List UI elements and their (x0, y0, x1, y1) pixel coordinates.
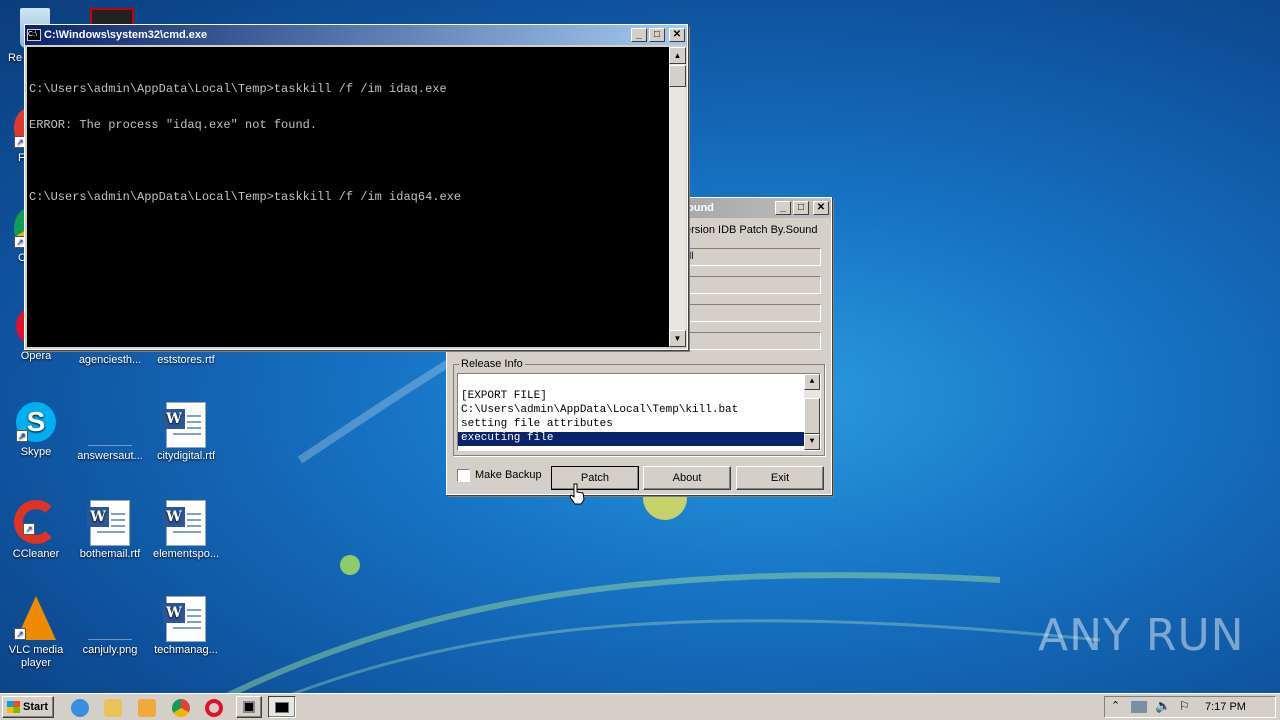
minimize-button[interactable]: _ (631, 28, 647, 42)
log-scrollbar[interactable]: ▲ ▼ (804, 374, 820, 450)
desktop-icon-citydigital[interactable]: W citydigital.rtf (148, 402, 224, 463)
taskbar: Start ⌃ 🔈 ⚐ 7:17 PM (0, 693, 1280, 720)
close-button[interactable]: ✕ (813, 201, 829, 215)
desktop-icon-answersaut[interactable]: answersaut... (72, 402, 148, 463)
cmd-window[interactable]: C:\ C:\Windows\system32\cmd.exe _ □ ✕ C:… (24, 24, 688, 350)
system-tray: ⌃ 🔈 ⚐ 7:17 PM (1104, 696, 1276, 718)
clock[interactable]: 7:17 PM (1205, 701, 1246, 713)
desktop-icon-elementspo[interactable]: W elementspo... (148, 500, 224, 561)
cmd-app-icon: C:\ (27, 29, 41, 41)
release-info-label: Release Info (459, 358, 525, 370)
anyrun-watermark: ANY RUN (1038, 610, 1245, 661)
scroll-down-arrow-icon[interactable]: ▼ (669, 330, 686, 347)
vlc-cone-icon: ↗ (14, 596, 56, 640)
minimize-button[interactable]: _ (775, 201, 791, 215)
volume-icon[interactable]: 🔈 (1155, 698, 1171, 714)
chrome-icon[interactable] (172, 699, 190, 717)
desktop-icon-skype[interactable]: S ↗ Skype (0, 402, 74, 459)
start-button[interactable]: Start (2, 696, 54, 718)
ccleaner-icon: ↗ (14, 500, 58, 544)
blank-file-icon (88, 596, 132, 640)
release-log-list[interactable]: [EXPORT FILE] C:\Users\admin\AppData\Loc… (457, 373, 821, 451)
patcher-field-1: ll (685, 248, 821, 266)
shortcut-arrow-icon: ↗ (16, 430, 28, 442)
make-backup-label[interactable]: Make Backup (475, 469, 542, 481)
word-doc-icon: W (163, 596, 206, 642)
make-backup-checkbox[interactable] (457, 469, 470, 482)
scroll-thumb[interactable] (669, 65, 686, 87)
close-button[interactable]: ✕ (669, 28, 685, 42)
desktop-icon-bothemail[interactable]: W bothemail.rtf (72, 500, 148, 561)
log-line: C:\Users\admin\AppData\Local\Temp\kill.b… (461, 404, 739, 416)
taskbar-patcher-button[interactable] (236, 696, 262, 718)
word-doc-icon: W (87, 500, 130, 546)
hand-cursor-icon (569, 483, 585, 505)
console-line: C:\Users\admin\AppData\Local\Temp>taskki… (29, 190, 462, 204)
patcher-title: ound (687, 202, 714, 214)
maximize-button[interactable]: □ (649, 28, 665, 42)
log-line: [EXPORT FILE] (461, 390, 547, 402)
windows-logo-icon (7, 701, 20, 713)
scroll-up-arrow-icon[interactable]: ▲ (804, 374, 820, 390)
about-button[interactable]: About (643, 466, 731, 490)
cmd-app-icon (275, 702, 289, 713)
console-output[interactable]: C:\Users\admin\AppData\Local\Temp>taskki… (27, 47, 669, 347)
patcher-field-2 (685, 276, 821, 294)
patcher-field-3 (685, 304, 821, 322)
cmd-title: C:\Windows\system32\cmd.exe (44, 29, 208, 41)
opera-icon[interactable] (205, 699, 223, 717)
desktop-icon-vlc[interactable]: ↗ VLC media player (0, 596, 74, 670)
console-line: ERROR: The process "idaq.exe" not found. (29, 118, 318, 132)
scroll-thumb[interactable] (804, 398, 820, 434)
internet-explorer-icon[interactable] (71, 699, 89, 717)
exit-button[interactable]: Exit (736, 466, 824, 490)
word-doc-icon: W (163, 402, 206, 448)
cmd-titlebar[interactable]: C:\ C:\Windows\system32\cmd.exe _ □ ✕ (25, 25, 687, 45)
media-player-icon[interactable] (138, 699, 156, 717)
word-doc-icon: W (163, 500, 206, 546)
log-line: setting file attributes (461, 418, 613, 430)
patch-button[interactable]: Patch (551, 466, 639, 490)
desktop-icon-canjuly[interactable]: canjuly.png (72, 596, 148, 657)
shortcut-arrow-icon: ↗ (23, 523, 35, 535)
taskbar-cmd-button[interactable] (268, 696, 296, 718)
desktop-icon-techmanag[interactable]: W techmanag... (148, 596, 224, 657)
scroll-up-arrow-icon[interactable]: ▲ (669, 47, 686, 64)
tray-expand-icon[interactable]: ⌃ (1111, 699, 1120, 712)
network-icon[interactable] (1131, 701, 1147, 713)
skype-icon: S ↗ (16, 402, 56, 442)
console-scrollbar[interactable]: ▲ ▼ (669, 47, 686, 347)
patcher-app-icon (243, 701, 255, 713)
maximize-button[interactable]: □ (793, 201, 809, 215)
console-line: C:\Users\admin\AppData\Local\Temp>taskki… (29, 82, 447, 96)
patcher-subtitle: ersion IDB Patch By.Sound (685, 224, 818, 236)
flag-icon[interactable]: ⚐ (1179, 699, 1190, 713)
blank-file-icon (88, 402, 132, 446)
patcher-field-4 (685, 332, 821, 350)
log-line-selected: executing file (458, 432, 804, 446)
shortcut-arrow-icon: ↗ (14, 628, 26, 640)
folder-icon[interactable] (104, 699, 122, 717)
desktop-icon-ccleaner[interactable]: ↗ CCleaner (0, 500, 74, 561)
scroll-down-arrow-icon[interactable]: ▼ (804, 434, 820, 450)
